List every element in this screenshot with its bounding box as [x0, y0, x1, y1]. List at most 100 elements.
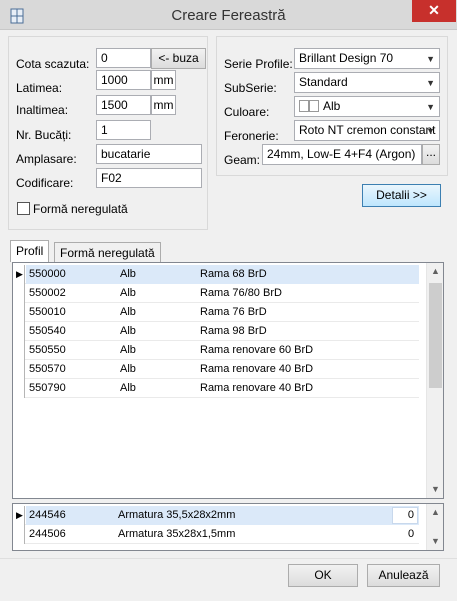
cota-input[interactable]: 0 — [96, 48, 151, 68]
window-title: Creare Fereastră — [171, 7, 286, 24]
latime-input[interactable]: 1000 — [96, 70, 151, 90]
profile-code: 550550 — [29, 344, 66, 356]
armatura-code: 244546 — [29, 509, 66, 521]
inaltime-unit: mm — [151, 95, 176, 115]
profile-color: Alb — [120, 306, 136, 318]
ok-button[interactable]: OK — [288, 564, 358, 587]
forma-neregulata-checkbox[interactable] — [17, 202, 30, 215]
profile-code: 550010 — [29, 306, 66, 318]
table-row[interactable]: ▶ 244546 Armatura 35,5x28x2mm 0 — [13, 506, 419, 525]
armatura-name: Armatura 35x28x1,5mm — [118, 528, 236, 540]
profile-color: Alb — [120, 344, 136, 356]
profile-name: Rama renovare 40 BrD — [200, 363, 314, 375]
row-indicator — [13, 341, 25, 360]
culoare-select[interactable]: Alb ▼ — [294, 96, 440, 117]
row-indicator — [13, 322, 25, 341]
chevron-down-icon: ▼ — [426, 102, 435, 112]
cota-label: Cota scazuta: — [16, 57, 90, 71]
feronerie-value: Roto NT cremon constant — [299, 123, 436, 137]
profile-name: Rama 98 BrD — [200, 325, 267, 337]
serie-label: Serie Profile: — [224, 57, 293, 71]
scroll-up-icon[interactable]: ▲ — [427, 263, 444, 280]
inaltime-input[interactable]: 1500 — [96, 95, 151, 115]
culoare-label: Culoare: — [224, 105, 270, 119]
profile-code: 550000 — [29, 268, 66, 280]
profile-scrollbar[interactable]: ▲ ▼ — [426, 263, 443, 498]
chevron-down-icon: ▼ — [426, 126, 435, 136]
table-row[interactable]: ▶ 550000 Alb Rama 68 BrD — [13, 265, 419, 284]
armatura-grid: ▶ 244546 Armatura 35,5x28x2mm 0 244506 A… — [12, 503, 444, 551]
scroll-down-icon[interactable]: ▼ — [427, 533, 444, 550]
table-row[interactable]: 550570 Alb Rama renovare 40 BrD — [13, 360, 419, 379]
culoare-value: Alb — [323, 99, 341, 113]
armatura-qty: 0 — [407, 509, 414, 521]
bucati-input[interactable]: 1 — [96, 120, 151, 140]
armatura-scrollbar[interactable]: ▲ ▼ — [426, 504, 443, 550]
profile-color: Alb — [120, 268, 136, 280]
table-row[interactable]: 550010 Alb Rama 76 BrD — [13, 303, 419, 322]
armatura-code: 244506 — [29, 528, 66, 540]
buza-button[interactable]: <- buza — [151, 48, 206, 69]
latime-label: Latimea: — [16, 81, 63, 95]
scroll-down-icon[interactable]: ▼ — [427, 481, 444, 498]
armatura-name: Armatura 35,5x28x2mm — [118, 509, 236, 521]
amplasare-input[interactable]: bucatarie — [96, 144, 202, 164]
amplasare-label: Amplasare: — [16, 152, 77, 166]
serie-value: Brillant Design 70 — [299, 51, 394, 65]
profile-name: Rama 76/80 BrD — [200, 287, 282, 299]
chevron-down-icon: ▼ — [426, 78, 435, 88]
profile-color: Alb — [120, 363, 136, 375]
quantity-field[interactable]: 0 — [392, 507, 418, 524]
detalii-button[interactable]: Detalii >> — [362, 184, 441, 207]
profile-code: 550002 — [29, 287, 66, 299]
inaltime-label: Inaltimea: — [16, 103, 69, 117]
cancel-button[interactable]: Anulează — [367, 564, 440, 587]
row-indicator — [13, 360, 25, 379]
profile-code: 550790 — [29, 382, 66, 394]
codificare-input[interactable]: F02 — [96, 168, 202, 188]
row-indicator — [13, 284, 25, 303]
feronerie-label: Feronerie: — [224, 129, 279, 143]
current-row-icon: ▶ — [16, 269, 23, 279]
color-swatch — [309, 100, 319, 112]
bucati-label: Nr. Bucăți: — [16, 128, 72, 142]
serie-select[interactable]: Brillant Design 70 ▼ — [294, 48, 440, 69]
profile-name: Rama 68 BrD — [200, 268, 267, 280]
geam-label: Geam: — [224, 153, 261, 167]
profile-name: Rama 76 BrD — [200, 306, 267, 318]
geam-browse-button[interactable]: ... — [422, 144, 440, 165]
row-indicator — [13, 379, 25, 398]
chevron-down-icon: ▼ — [426, 54, 435, 64]
profile-grid: ▶ 550000 Alb Rama 68 BrD 550002 Alb Rama… — [12, 262, 444, 499]
geam-input[interactable]: 24mm, Low-E 4+F4 (Argon) — [262, 144, 422, 165]
current-row-icon: ▶ — [16, 510, 23, 520]
row-indicator: ▶ — [13, 506, 25, 525]
table-row[interactable]: 550790 Alb Rama renovare 40 BrD — [13, 379, 419, 398]
profile-name: Rama renovare 60 BrD — [200, 344, 314, 356]
table-row[interactable]: 550540 Alb Rama 98 BrD — [13, 322, 419, 341]
row-indicator: ▶ — [13, 265, 25, 284]
color-swatch — [299, 100, 309, 112]
table-row[interactable]: 550002 Alb Rama 76/80 BrD — [13, 284, 419, 303]
forma-neregulata-label: Formă neregulată — [33, 202, 128, 216]
feronerie-select[interactable]: Roto NT cremon constant ▼ — [294, 120, 440, 141]
table-row[interactable]: 244506 Armatura 35x28x1,5mm 0 — [13, 525, 419, 544]
profile-color: Alb — [120, 382, 136, 394]
scroll-up-icon[interactable]: ▲ — [427, 504, 444, 521]
table-row[interactable]: 550550 Alb Rama renovare 60 BrD — [13, 341, 419, 360]
close-button[interactable]: ✕ — [412, 0, 456, 22]
row-indicator — [13, 303, 25, 322]
profile-code: 550570 — [29, 363, 66, 375]
scroll-thumb[interactable] — [429, 283, 442, 388]
tab-forma-neregulata[interactable]: Formă neregulată — [54, 242, 161, 262]
subserie-label: SubSerie: — [224, 81, 277, 95]
subserie-select[interactable]: Standard ▼ — [294, 72, 440, 93]
profile-name: Rama renovare 40 BrD — [200, 382, 314, 394]
profile-color: Alb — [120, 325, 136, 337]
row-indicator — [13, 525, 25, 544]
subserie-value: Standard — [299, 75, 348, 89]
tab-profil[interactable]: Profil — [10, 240, 50, 262]
profile-code: 550540 — [29, 325, 66, 337]
latime-unit: mm — [151, 70, 176, 90]
profile-color: Alb — [120, 287, 136, 299]
